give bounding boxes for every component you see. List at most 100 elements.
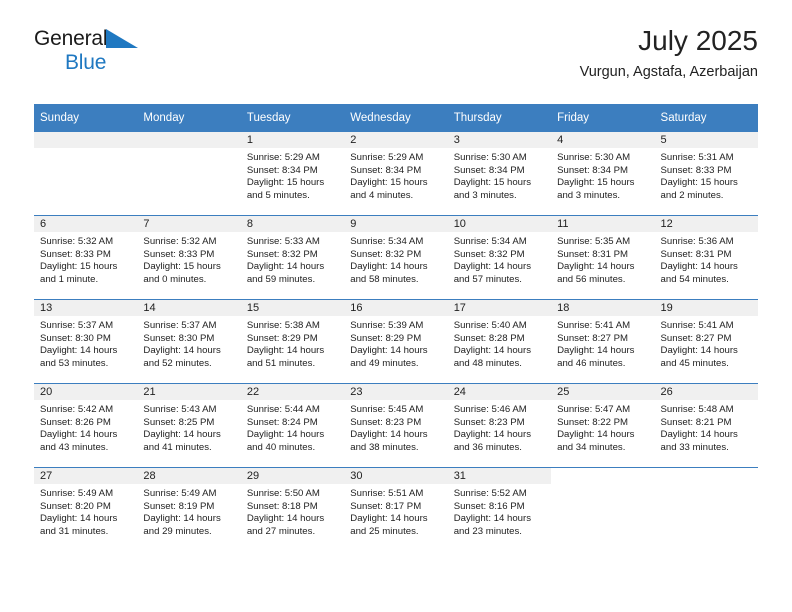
day-cell-content: 20 Sunrise: 5:42 AM Sunset: 8:26 PM Dayligh…: [34, 384, 138, 467]
calendar-week-row: 13 Sunrise: 5:37 AM Sunset: 8:30 PM Dayligh…: [34, 299, 758, 384]
sunrise-text: Sunrise: 5:35 AM: [557, 236, 631, 247]
page-title: July 2025: [638, 25, 758, 56]
calendar-day-cell[interactable]: 4 Sunrise: 5:30 AM Sunset: 8:34 PM Daylight…: [551, 132, 655, 216]
day-cell-content: 25 Sunrise: 5:47 AM Sunset: 8:22 PM Dayligh…: [551, 384, 655, 467]
calendar-day-cell[interactable]: 8 Sunrise: 5:33 AM Sunset: 8:32 PM Daylight…: [240, 216, 345, 300]
day-details: Sunrise: 5:49 AM Sunset: 8:20 PM Daylight:…: [34, 484, 137, 538]
calendar-day-cell[interactable]: 21 Sunrise: 5:43 AM Sunset: 8:25 PM Dayligh…: [137, 384, 241, 468]
day-number: [137, 132, 241, 148]
day-number: 1: [240, 132, 345, 148]
calendar-week-row: 6 Sunrise: 5:32 AM Sunset: 8:33 PM Daylight…: [34, 215, 758, 300]
page-subtitle: Vurgun, Agstafa, Azerbaijan: [579, 64, 758, 80]
logo-word-general: General: [34, 27, 108, 50]
calendar-day-cell[interactable]: 17 Sunrise: 5:40 AM Sunset: 8:28 PM Dayligh…: [447, 300, 552, 384]
calendar-day-cell[interactable]: 9 Sunrise: 5:34 AM Sunset: 8:32 PM Daylight…: [344, 216, 448, 300]
calendar-day-cell[interactable]: 19 Sunrise: 5:41 AM Sunset: 8:27 PM Dayligh…: [654, 300, 758, 384]
daylight-text: Daylight: 14 hours and 49 minutes.: [350, 345, 428, 369]
daylight-text: Daylight: 15 hours and 5 minutes.: [246, 177, 325, 201]
sunset-text: Sunset: 8:27 PM: [557, 332, 629, 344]
daylight-text: Daylight: 14 hours and 56 minutes.: [557, 261, 635, 285]
sunset-text: Sunset: 8:23 PM: [453, 416, 525, 428]
sunrise-text: Sunrise: 5:30 AM: [453, 152, 527, 163]
daylight-text: Daylight: 15 hours and 1 minute.: [40, 261, 118, 285]
calendar-day-cell[interactable]: 14 Sunrise: 5:37 AM Sunset: 8:30 PM Dayligh…: [137, 300, 241, 384]
daylight-text: Daylight: 14 hours and 54 minutes.: [660, 261, 738, 285]
day-cell-content: 5 Sunrise: 5:31 AM Sunset: 8:33 PM Daylight…: [654, 132, 758, 215]
sunrise-text: Sunrise: 5:50 AM: [246, 488, 320, 499]
sunrise-text: Sunrise: 5:46 AM: [453, 404, 527, 415]
day-cell-content: [34, 132, 138, 215]
calendar-day-cell[interactable]: 7 Sunrise: 5:32 AM Sunset: 8:33 PM Daylight…: [137, 216, 241, 300]
day-number: 24: [447, 384, 552, 400]
calendar-day-cell[interactable]: 6 Sunrise: 5:32 AM Sunset: 8:33 PM Daylight…: [34, 216, 138, 300]
daylight-text: Daylight: 15 hours and 4 minutes.: [350, 177, 428, 201]
calendar-day-cell[interactable]: 30 Sunrise: 5:51 AM Sunset: 8:17 PM Dayligh…: [344, 468, 448, 552]
day-cell-content: 17 Sunrise: 5:40 AM Sunset: 8:28 PM Dayligh…: [447, 300, 552, 383]
day-details: Sunrise: 5:45 AM Sunset: 8:23 PM Daylight:…: [344, 400, 447, 454]
day-details: Sunrise: 5:38 AM Sunset: 8:29 PM Daylight:…: [241, 316, 344, 370]
day-number: [34, 132, 138, 148]
sunset-text: Sunset: 8:30 PM: [143, 332, 215, 344]
calendar-day-cell: [34, 132, 138, 216]
calendar-day-cell[interactable]: 12 Sunrise: 5:36 AM Sunset: 8:31 PM Dayligh…: [654, 216, 758, 300]
calendar-day-cell[interactable]: 25 Sunrise: 5:47 AM Sunset: 8:22 PM Dayligh…: [551, 384, 655, 468]
calendar-day-cell[interactable]: 15 Sunrise: 5:38 AM Sunset: 8:29 PM Dayligh…: [240, 300, 345, 384]
day-details: Sunrise: 5:32 AM Sunset: 8:33 PM Daylight:…: [34, 232, 137, 286]
day-details: Sunrise: 5:36 AM Sunset: 8:31 PM Daylight:…: [655, 232, 758, 286]
calendar-day-cell[interactable]: 28 Sunrise: 5:49 AM Sunset: 8:19 PM Dayligh…: [137, 468, 241, 552]
sunrise-text: Sunrise: 5:29 AM: [350, 152, 424, 163]
sunset-text: Sunset: 8:25 PM: [143, 416, 215, 428]
calendar-day-cell[interactable]: 13 Sunrise: 5:37 AM Sunset: 8:30 PM Dayligh…: [34, 300, 138, 384]
sunrise-text: Sunrise: 5:37 AM: [40, 320, 114, 331]
day-cell-content: 7 Sunrise: 5:32 AM Sunset: 8:33 PM Daylight…: [137, 216, 241, 299]
calendar-day-cell[interactable]: 5 Sunrise: 5:31 AM Sunset: 8:33 PM Daylight…: [654, 132, 758, 216]
daylight-text: Daylight: 14 hours and 40 minutes.: [246, 429, 325, 453]
day-number: 15: [240, 300, 345, 316]
day-number: 28: [137, 468, 241, 484]
calendar-day-cell[interactable]: 27 Sunrise: 5:49 AM Sunset: 8:20 PM Dayligh…: [34, 468, 138, 552]
calendar-day-cell[interactable]: 26 Sunrise: 5:48 AM Sunset: 8:21 PM Dayligh…: [654, 384, 758, 468]
calendar-day-cell[interactable]: 20 Sunrise: 5:42 AM Sunset: 8:26 PM Dayligh…: [34, 384, 138, 468]
calendar-day-cell[interactable]: 18 Sunrise: 5:41 AM Sunset: 8:27 PM Dayligh…: [551, 300, 655, 384]
weekday-header-saturday: Saturday: [654, 104, 758, 132]
calendar-day-cell[interactable]: 2 Sunrise: 5:29 AM Sunset: 8:34 PM Daylight…: [344, 132, 448, 216]
day-number: 4: [551, 132, 655, 148]
day-cell-content: 10 Sunrise: 5:34 AM Sunset: 8:32 PM Dayligh…: [447, 216, 552, 299]
day-details: Sunrise: 5:52 AM Sunset: 8:16 PM Daylight:…: [448, 484, 551, 538]
calendar-day-cell[interactable]: 23 Sunrise: 5:45 AM Sunset: 8:23 PM Dayligh…: [344, 384, 448, 468]
day-details: Sunrise: 5:35 AM Sunset: 8:31 PM Daylight:…: [551, 232, 654, 286]
calendar-day-cell[interactable]: 11 Sunrise: 5:35 AM Sunset: 8:31 PM Dayligh…: [551, 216, 655, 300]
calendar-day-cell[interactable]: 1 Sunrise: 5:29 AM Sunset: 8:34 PM Daylight…: [240, 132, 345, 216]
sunset-text: Sunset: 8:29 PM: [246, 332, 318, 344]
sunset-text: Sunset: 8:30 PM: [40, 332, 111, 344]
logo-word-blue: Blue: [65, 51, 107, 74]
daylight-text: Daylight: 14 hours and 52 minutes.: [143, 345, 221, 369]
sunrise-text: Sunrise: 5:29 AM: [246, 152, 320, 163]
weekday-header-monday: Monday: [137, 104, 241, 132]
day-cell-content: 15 Sunrise: 5:38 AM Sunset: 8:29 PM Dayligh…: [240, 300, 345, 383]
day-cell-content: 8 Sunrise: 5:33 AM Sunset: 8:32 PM Daylight…: [240, 216, 345, 299]
sunset-text: Sunset: 8:33 PM: [40, 248, 111, 260]
day-cell-content: 2 Sunrise: 5:29 AM Sunset: 8:34 PM Daylight…: [344, 132, 448, 215]
daylight-text: Daylight: 15 hours and 3 minutes.: [557, 177, 635, 201]
calendar-day-cell[interactable]: 24 Sunrise: 5:46 AM Sunset: 8:23 PM Dayligh…: [447, 384, 552, 468]
calendar-day-cell[interactable]: 3 Sunrise: 5:30 AM Sunset: 8:34 PM Daylight…: [447, 132, 552, 216]
day-number: 23: [344, 384, 448, 400]
calendar-day-cell[interactable]: 22 Sunrise: 5:44 AM Sunset: 8:24 PM Dayligh…: [240, 384, 345, 468]
day-number: 2: [344, 132, 448, 148]
day-cell-content: 11 Sunrise: 5:35 AM Sunset: 8:31 PM Dayligh…: [551, 216, 655, 299]
day-number: 18: [551, 300, 655, 316]
day-number: [655, 468, 758, 484]
calendar-day-cell[interactable]: 29 Sunrise: 5:50 AM Sunset: 8:18 PM Dayligh…: [240, 468, 345, 552]
weekday-header-sunday: Sunday: [34, 104, 138, 132]
sunset-text: Sunset: 8:20 PM: [40, 500, 111, 512]
daylight-text: Daylight: 14 hours and 43 minutes.: [40, 429, 118, 453]
day-number: 25: [551, 384, 655, 400]
daylight-text: Daylight: 14 hours and 29 minutes.: [143, 513, 221, 537]
calendar-day-cell[interactable]: 16 Sunrise: 5:39 AM Sunset: 8:29 PM Dayligh…: [344, 300, 448, 384]
day-cell-content: 19 Sunrise: 5:41 AM Sunset: 8:27 PM Dayligh…: [654, 300, 758, 383]
day-cell-content: 21 Sunrise: 5:43 AM Sunset: 8:25 PM Dayligh…: [137, 384, 241, 467]
day-details: Sunrise: 5:41 AM Sunset: 8:27 PM Daylight:…: [655, 316, 758, 370]
calendar-day-cell[interactable]: 31 Sunrise: 5:52 AM Sunset: 8:16 PM Dayligh…: [447, 468, 552, 552]
calendar-day-cell[interactable]: 10 Sunrise: 5:34 AM Sunset: 8:32 PM Dayligh…: [447, 216, 552, 300]
